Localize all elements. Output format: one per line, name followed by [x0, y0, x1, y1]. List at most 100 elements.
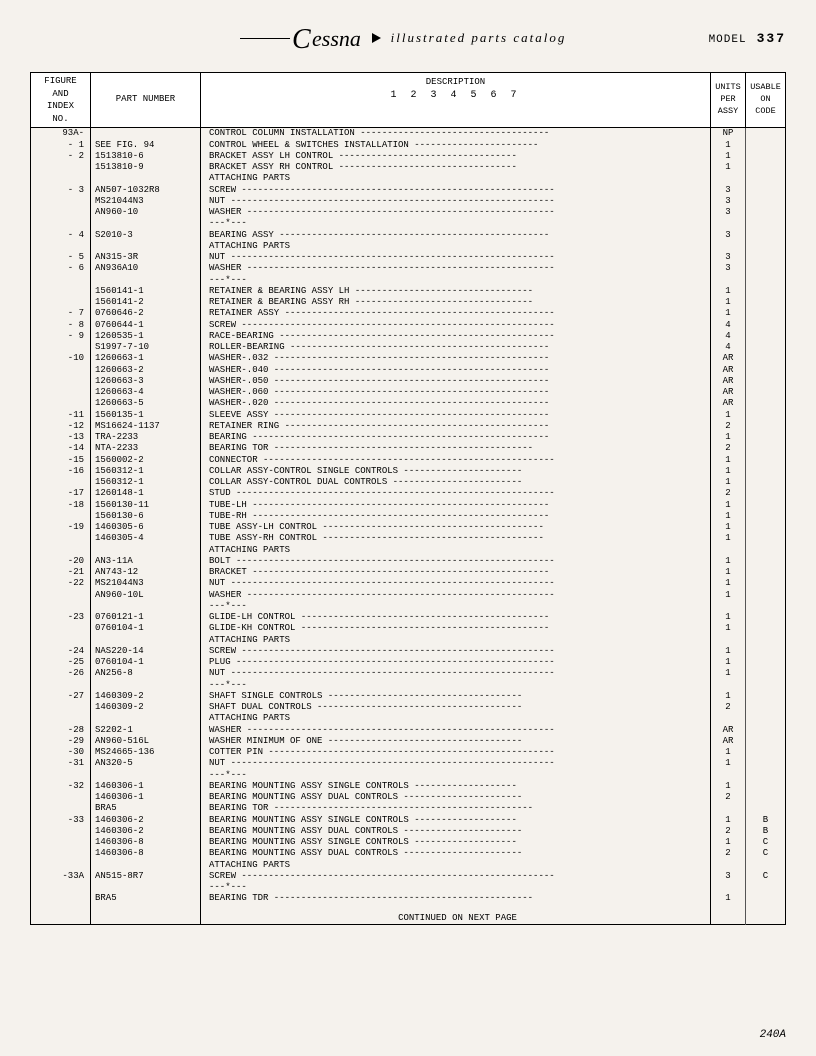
cell-part — [91, 680, 201, 691]
cell-figure — [31, 893, 91, 904]
cell-description: BRACKET ASSY LH CONTROL ----------------… — [201, 151, 711, 162]
cell-usable — [746, 680, 786, 691]
cell-description: WASHER-.040 ----------------------------… — [201, 365, 711, 376]
table-row: -321460306-1BEARING MOUNTING ASSY SINGLE… — [31, 781, 786, 792]
cell-description: SHAFT DUAL CONTROLS --------------------… — [201, 702, 711, 713]
table-row: 1460309-2SHAFT DUAL CONTROLS -----------… — [31, 702, 786, 713]
cell-part: 0760104-1 — [91, 657, 201, 668]
cell-figure — [31, 713, 91, 724]
cell-part — [91, 905, 201, 925]
cell-units — [711, 635, 746, 646]
cell-description: SLEEVE ASSY ----------------------------… — [201, 410, 711, 421]
catalog-subtitle: illustrated parts catalog — [391, 30, 567, 46]
cell-usable — [746, 162, 786, 173]
cell-units: 2 — [711, 792, 746, 803]
table-row: ATTACHING PARTS — [31, 173, 786, 184]
table-row: -250760104-1PLUG -----------------------… — [31, 657, 786, 668]
cell-units — [711, 173, 746, 184]
continued-text — [30, 925, 786, 933]
cell-description: BEARING TOR ----------------------------… — [201, 803, 711, 814]
cell-units: 1 — [711, 455, 746, 466]
cell-part: AN960-10L — [91, 590, 201, 601]
cell-part — [91, 218, 201, 229]
svg-text:essna: essna — [312, 26, 361, 51]
cell-units — [711, 275, 746, 286]
table-row: MS21044N3NUT ---------------------------… — [31, 196, 786, 207]
cell-part: BRA5 — [91, 893, 201, 904]
cell-part: 0760646-2 — [91, 308, 201, 319]
cell-usable — [746, 511, 786, 522]
table-row: - 3AN507-1032R8SCREW -------------------… — [31, 185, 786, 196]
cell-figure — [31, 297, 91, 308]
cell-usable — [746, 725, 786, 736]
cell-part: 0760644-1 — [91, 320, 201, 331]
cell-units — [711, 241, 746, 252]
cell-description: ATTACHING PARTS — [201, 173, 711, 184]
cell-description: RETAINER & BEARING ASSY RH -------------… — [201, 297, 711, 308]
cell-figure — [31, 398, 91, 409]
cell-usable — [746, 320, 786, 331]
cell-usable — [746, 477, 786, 488]
cell-figure — [31, 533, 91, 544]
cell-usable — [746, 860, 786, 871]
cell-units: 1 — [711, 668, 746, 679]
cell-units: 2 — [711, 848, 746, 859]
cell-description: WASHER-.060 ----------------------------… — [201, 387, 711, 398]
cell-units: 1 — [711, 646, 746, 657]
cell-units — [711, 680, 746, 691]
table-row: -111560135-1SLEEVE ASSY ----------------… — [31, 410, 786, 421]
cell-figure — [31, 590, 91, 601]
cell-usable — [746, 443, 786, 454]
cell-figure — [31, 545, 91, 556]
table-row: -26AN256-8NUT --------------------------… — [31, 668, 786, 679]
cell-figure — [31, 837, 91, 848]
table-row: 1560141-1RETAINER & BEARING ASSY LH ----… — [31, 286, 786, 297]
table-row: 1560130-6TUBE-RH -----------------------… — [31, 511, 786, 522]
cell-part: MS16624-1137 — [91, 421, 201, 432]
cell-figure: -33A — [31, 871, 91, 882]
cell-description: RETAINER & BEARING ASSY LH -------------… — [201, 286, 711, 297]
cell-part: 1560312-1 — [91, 466, 201, 477]
logo-container: C essna illustrated parts catalog — [110, 20, 696, 56]
cell-part: MS21044N3 — [91, 196, 201, 207]
table-row: -161560312-1COLLAR ASSY-CONTROL SINGLE C… — [31, 466, 786, 477]
cell-usable — [746, 128, 786, 140]
cell-figure: -14 — [31, 443, 91, 454]
cell-units: 4 — [711, 320, 746, 331]
cell-usable — [746, 488, 786, 499]
cell-figure — [31, 826, 91, 837]
table-row: - 6AN936A10WASHER ----------------------… — [31, 263, 786, 274]
table-row: -13TRA-2233BEARING ---------------------… — [31, 432, 786, 443]
cell-figure: - 6 — [31, 263, 91, 274]
table-row: -230760121-1GLIDE-LH CONTROL -----------… — [31, 612, 786, 623]
cell-description: TUBE ASSY-LH CONTROL -------------------… — [201, 522, 711, 533]
cell-units: 1 — [711, 590, 746, 601]
cell-part: AN3-11A — [91, 556, 201, 567]
cell-description: COTTER PIN -----------------------------… — [201, 747, 711, 758]
cell-part — [91, 635, 201, 646]
cell-figure: -32 — [31, 781, 91, 792]
cell-description: ---*--- — [201, 882, 711, 893]
table-row: 1460305-4TUBE ASSY-RH CONTROL ----------… — [31, 533, 786, 544]
cell-units: 1 — [711, 533, 746, 544]
cell-part: NTA-2233 — [91, 443, 201, 454]
cell-figure — [31, 848, 91, 859]
table-row: ATTACHING PARTS — [31, 241, 786, 252]
cell-description: GLIDE-LH CONTROL -----------------------… — [201, 612, 711, 623]
cell-part — [91, 545, 201, 556]
cell-units: 2 — [711, 421, 746, 432]
cell-description: NUT ------------------------------------… — [201, 196, 711, 207]
cell-part: 0760104-1 — [91, 623, 201, 634]
cell-description: NUT ------------------------------------… — [201, 252, 711, 263]
cell-usable — [746, 556, 786, 567]
cell-units: 1 — [711, 567, 746, 578]
table-row: -22MS21044N3NUT ------------------------… — [31, 578, 786, 589]
cell-description: BEARING MOUNTING ASSY DUAL CONTROLS ----… — [201, 792, 711, 803]
cell-description: WASHER ---------------------------------… — [201, 207, 711, 218]
cell-figure — [31, 905, 91, 925]
cell-figure: -24 — [31, 646, 91, 657]
cell-units: 1 — [711, 758, 746, 769]
cell-description: ROLLER-BEARING -------------------------… — [201, 342, 711, 353]
table-row: -29AN960-516LWASHER MINIMUM OF ONE -----… — [31, 736, 786, 747]
parts-table: FIGUREANDINDEXNO. PART NUMBER DESCRIPTIO… — [30, 72, 786, 925]
